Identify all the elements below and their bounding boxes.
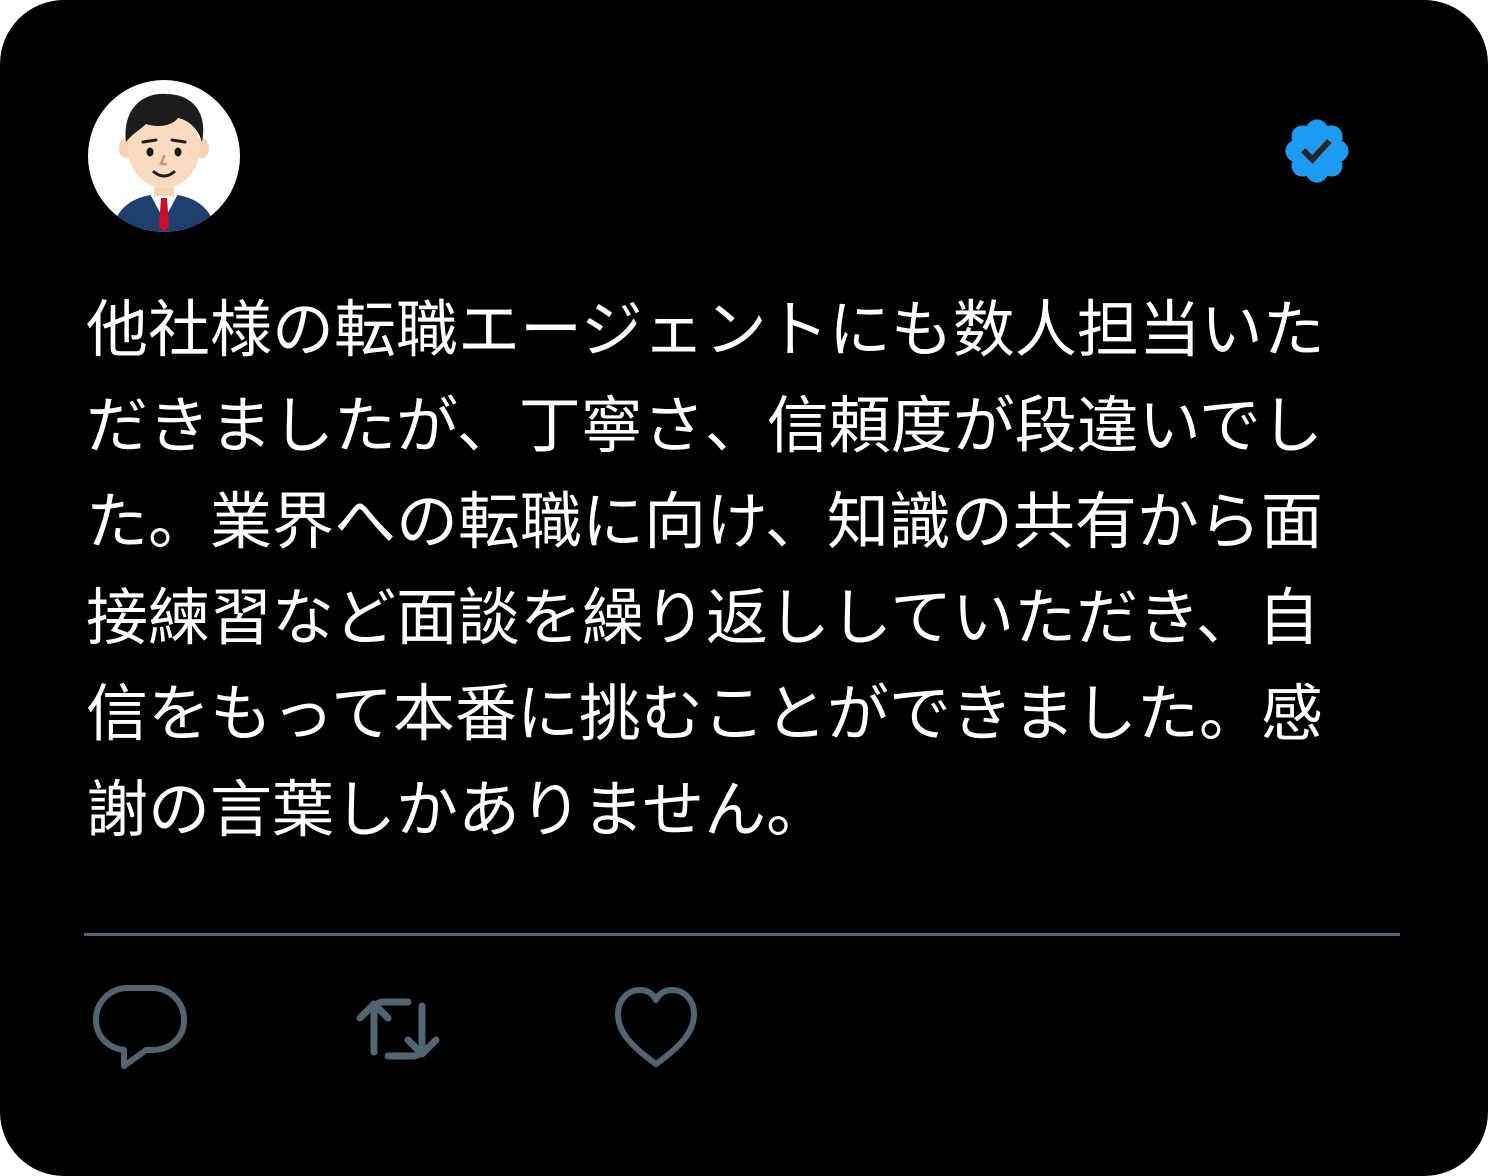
tweet-text: 他社様の転職エージェントにも数人担当いただきましたが、丁寧さ、信頼度が段違いでし… xyxy=(86,293,1325,846)
verified-badge-icon xyxy=(1280,114,1354,188)
divider xyxy=(84,933,1400,936)
retweet-icon xyxy=(356,998,440,1060)
businessman-avatar-icon xyxy=(112,93,216,232)
reply-icon xyxy=(93,985,187,1069)
like-icon xyxy=(615,987,697,1067)
reply-button[interactable] xyxy=(92,984,188,1074)
like-button[interactable] xyxy=(608,984,704,1074)
tweet-card: 他社様の転職エージェントにも数人担当いただきましたが、丁寧さ、信頼度が段違いでし… xyxy=(0,0,1488,1176)
avatar[interactable] xyxy=(88,80,240,232)
retweet-button[interactable] xyxy=(350,984,446,1074)
